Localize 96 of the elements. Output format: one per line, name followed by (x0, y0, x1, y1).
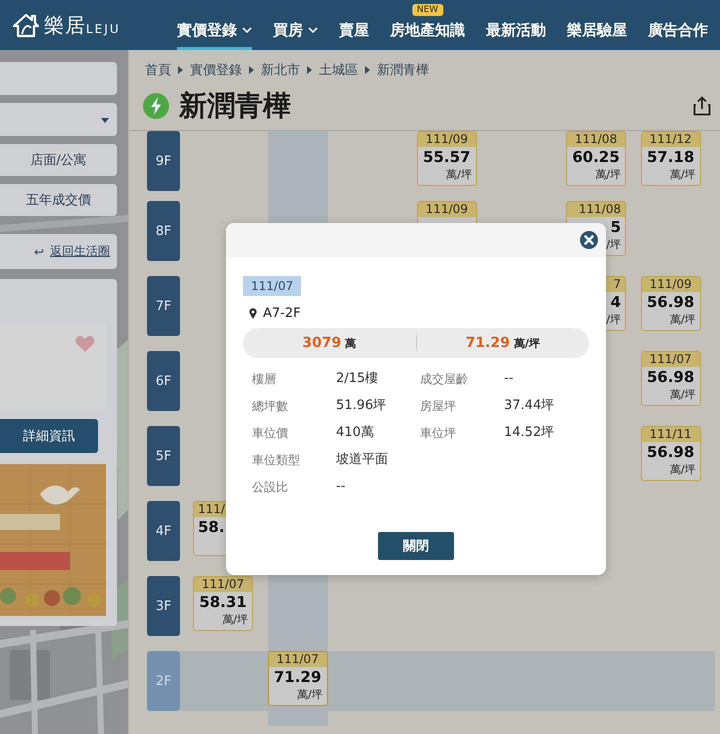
detail-label: 車位坪 (420, 425, 457, 442)
transaction-date: 111/07 (194, 577, 252, 592)
unit-price: 71.29 (272, 667, 322, 687)
detail-label: 車位類型 (252, 452, 301, 469)
nav-tab[interactable]: 最新活動 (486, 19, 546, 50)
detail-value: 2/15樓 (336, 370, 380, 388)
detail-value: -- (336, 478, 346, 496)
unit-price: 55.57 (422, 147, 472, 167)
detail-label: 樓層 (252, 371, 277, 388)
transaction-date: 111/07 (642, 352, 700, 367)
detail-value: -- (504, 370, 514, 388)
unit-price: 4 (610, 292, 622, 312)
detail-value: 410萬 (336, 424, 375, 442)
transaction-date: 7 (613, 277, 622, 292)
floor-label[interactable]: 6F (147, 351, 180, 411)
transaction-date: 111/09 (642, 277, 700, 292)
unit-price: 56.98 (646, 367, 696, 387)
location-pin-icon (249, 308, 257, 319)
transaction-card[interactable]: 111/08 60.25 萬/坪 (566, 131, 626, 186)
floor-label[interactable]: 9F (147, 131, 180, 191)
nav-tab[interactable]: 買房 (273, 19, 318, 50)
transaction-date: 111/08 (566, 132, 625, 147)
unit-price: 58. (197, 517, 225, 537)
price-unit: 萬 (345, 336, 356, 351)
price-unit: 萬/坪 (296, 687, 324, 703)
floor-label[interactable]: 3F (147, 576, 180, 636)
detail-value: 51.96坪 (336, 397, 388, 415)
date-tag: 111/07 (243, 276, 302, 296)
price-unit: 萬/坪 (670, 167, 697, 183)
house-bird-logo-icon[interactable] (12, 12, 40, 38)
floor-label[interactable]: 5F (147, 426, 180, 486)
transaction-date: 111/ (197, 502, 225, 517)
detail-value: 37.44坪 (504, 397, 556, 415)
unit-price: 56.98 (646, 442, 696, 462)
transaction-card[interactable]: 111/07 71.29 萬/坪 (268, 651, 328, 706)
caret-right-icon (249, 66, 254, 74)
caret-right-icon (178, 66, 183, 74)
floor-label[interactable]: 7F (147, 276, 180, 336)
price-unit: /坪 (606, 312, 622, 328)
caret-right-icon (365, 66, 370, 74)
transaction-date: 111/09 (418, 132, 476, 147)
nav-tab[interactable]: 房地產知識 (390, 19, 465, 50)
lightning-icon (143, 93, 169, 119)
transaction-date: 111/12 (642, 132, 700, 147)
nav-tab[interactable]: 樂居驗屋 (567, 19, 627, 50)
page-title: 新潤青樺 (179, 88, 292, 124)
logo-subtitle: LEJU (86, 22, 121, 36)
transaction-date: 111/11 (642, 427, 700, 442)
breadcrumb-link[interactable]: 首頁 (145, 61, 171, 79)
detail-label: 房屋坪 (420, 398, 457, 415)
price-unit: 萬/坪 (446, 167, 473, 183)
close-icon[interactable] (580, 231, 598, 249)
unit-price: 71.29 (466, 335, 510, 351)
detail-value: 坡道平面 (336, 451, 389, 469)
detail-label: 公設比 (252, 479, 289, 496)
unit-price: 5 (610, 217, 622, 237)
detail-label: 成交屋齡 (420, 371, 469, 388)
transaction-card[interactable]: 111/09 55.57 萬/坪 (416, 131, 477, 186)
unit-location: A7-2F (263, 306, 301, 321)
logo-text[interactable]: 樂居 (44, 12, 86, 38)
detail-label: 車位價 (252, 425, 289, 442)
share-icon[interactable] (693, 96, 711, 116)
price-unit: /坪 (606, 237, 622, 253)
total-price: 3079 (302, 335, 342, 351)
transaction-date: 111/07 (268, 652, 327, 667)
breadcrumb-link[interactable]: 土城區 (319, 61, 358, 79)
floor-label[interactable]: 4F (147, 501, 180, 561)
unit-price: 57.18 (646, 147, 696, 167)
unit-price: 60.25 (571, 147, 621, 167)
nav-tab[interactable]: 賣屋 (339, 19, 369, 50)
price-unit: 萬/坪 (670, 387, 697, 403)
price-unit: 萬/坪 (670, 462, 697, 478)
detail-value: 14.52坪 (504, 424, 556, 442)
transaction-card[interactable]: 111/12 57.18 萬/坪 (640, 131, 701, 186)
breadcrumb-link[interactable]: 實價登錄 (190, 61, 242, 79)
transaction-date: 111/09 (418, 202, 476, 217)
nav-tab[interactable]: 實價登錄 (177, 19, 252, 50)
nav-tab[interactable]: 廣告合作 (648, 19, 708, 50)
transaction-card[interactable]: 111/07 58.31 萬/坪 (193, 576, 253, 631)
price-unit: 萬/坪 (222, 612, 249, 628)
transaction-date: 111/08 (578, 202, 622, 217)
caret-right-icon (307, 66, 312, 74)
transaction-card[interactable]: 111/11 56.98 萬/坪 (640, 426, 701, 481)
close-button[interactable]: 關閉 (378, 532, 454, 560)
price-unit: 萬/坪 (595, 167, 622, 183)
price-unit: 萬/坪 (514, 336, 540, 351)
price-unit: 萬/坪 (670, 312, 697, 328)
transaction-card[interactable]: 111/07 56.98 萬/坪 (640, 351, 701, 406)
transaction-card[interactable]: 111/09 56.98 萬/坪 (640, 276, 701, 331)
new-badge: NEW (412, 4, 444, 16)
detail-label: 總坪數 (252, 398, 289, 415)
floor-label[interactable]: 8F (147, 201, 180, 261)
unit-price: 56.98 (646, 292, 696, 312)
breadcrumb-link[interactable]: 新北市 (261, 61, 300, 79)
unit-price: 58.31 (198, 592, 248, 612)
breadcrumb-link[interactable]: 新潤青樺 (377, 61, 429, 79)
